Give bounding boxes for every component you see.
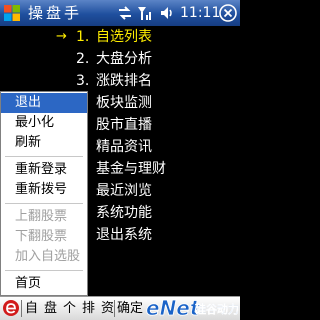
popup-item-add-watchlist: 加入自选股 <box>15 249 81 264</box>
popup-item-relogin[interactable]: 重新登录 <box>1 160 87 180</box>
toolbar-separator <box>21 300 22 317</box>
menu-item-label: 涨跌排名 <box>96 73 152 89</box>
title-bar: 操盘手 11:11 <box>0 0 240 26</box>
menu-item-label: 最近浏览 <box>96 183 152 199</box>
confirm-button[interactable]: 确定 <box>117 297 143 320</box>
clock[interactable]: 11:11 <box>180 2 220 24</box>
menu-item-number: 3. <box>76 73 90 89</box>
popup-item-redial[interactable]: 重新拨号 <box>1 180 87 200</box>
watermark-site: 硅谷动力 <box>195 302 239 316</box>
menu-item-label: 基金与理财 <box>96 161 166 177</box>
popup-separator <box>5 203 83 204</box>
menu-item-ranking[interactable]: 3. 涨跌排名 <box>0 70 240 92</box>
menu-item-label: 自选列表 <box>96 29 152 45</box>
menu-item-label: 大盘分析 <box>96 51 152 67</box>
windows-start-icon[interactable] <box>2 3 22 23</box>
popup-item-refresh[interactable]: 刷新 <box>1 133 87 153</box>
menu-item-label: 板块监测 <box>96 95 152 111</box>
menu-item-watchlist[interactable]: → 1. 自选列表 <box>0 26 240 48</box>
tab-stock[interactable]: 个 <box>63 297 76 320</box>
tab-watchlist[interactable]: 自 <box>25 297 38 320</box>
tab-market[interactable]: 盘 <box>44 297 57 320</box>
toolbar-separator <box>114 300 115 317</box>
popup-item-exit[interactable]: 退出 <box>1 93 87 113</box>
menu-item-label: 股市直播 <box>96 117 152 133</box>
selection-arrow-icon: → <box>56 29 67 44</box>
popup-separator <box>5 156 83 157</box>
menu-item-market-analysis[interactable]: 2. 大盘分析 <box>0 48 240 70</box>
menu-item-label: 退出系统 <box>96 227 152 243</box>
close-icon[interactable] <box>219 4 237 22</box>
popup-item-minimize[interactable]: 最小化 <box>1 113 87 133</box>
watermark-brand: eNet <box>146 296 201 320</box>
volume-icon[interactable] <box>158 4 176 22</box>
popup-item-home[interactable]: 首页 <box>1 274 87 294</box>
data-connection-icon[interactable] <box>116 4 134 22</box>
tab-news[interactable]: 资 <box>101 297 114 320</box>
tab-ranking[interactable]: 排 <box>82 297 95 320</box>
menu-e-icon[interactable] <box>2 299 20 317</box>
menu-item-number: 2. <box>76 51 90 67</box>
menu-item-number: 1. <box>76 29 90 45</box>
menu-item-label: 精品资讯 <box>96 139 152 155</box>
signal-strength-icon[interactable] <box>136 4 154 22</box>
popup-separator <box>5 270 83 271</box>
popup-item-next-stock: 下翻股票 <box>15 229 68 244</box>
enet-watermark-logo: eNet 硅谷动力 <box>146 296 240 320</box>
popup-menu: 退出 最小化 刷新 重新登录 重新拨号 上翻股票 下翻股票 加入自选股 首页 <box>0 91 88 296</box>
popup-item-prev-stock: 上翻股票 <box>15 209 68 224</box>
menu-item-label: 系统功能 <box>96 205 152 221</box>
app-title: 操盘手 <box>28 4 83 22</box>
